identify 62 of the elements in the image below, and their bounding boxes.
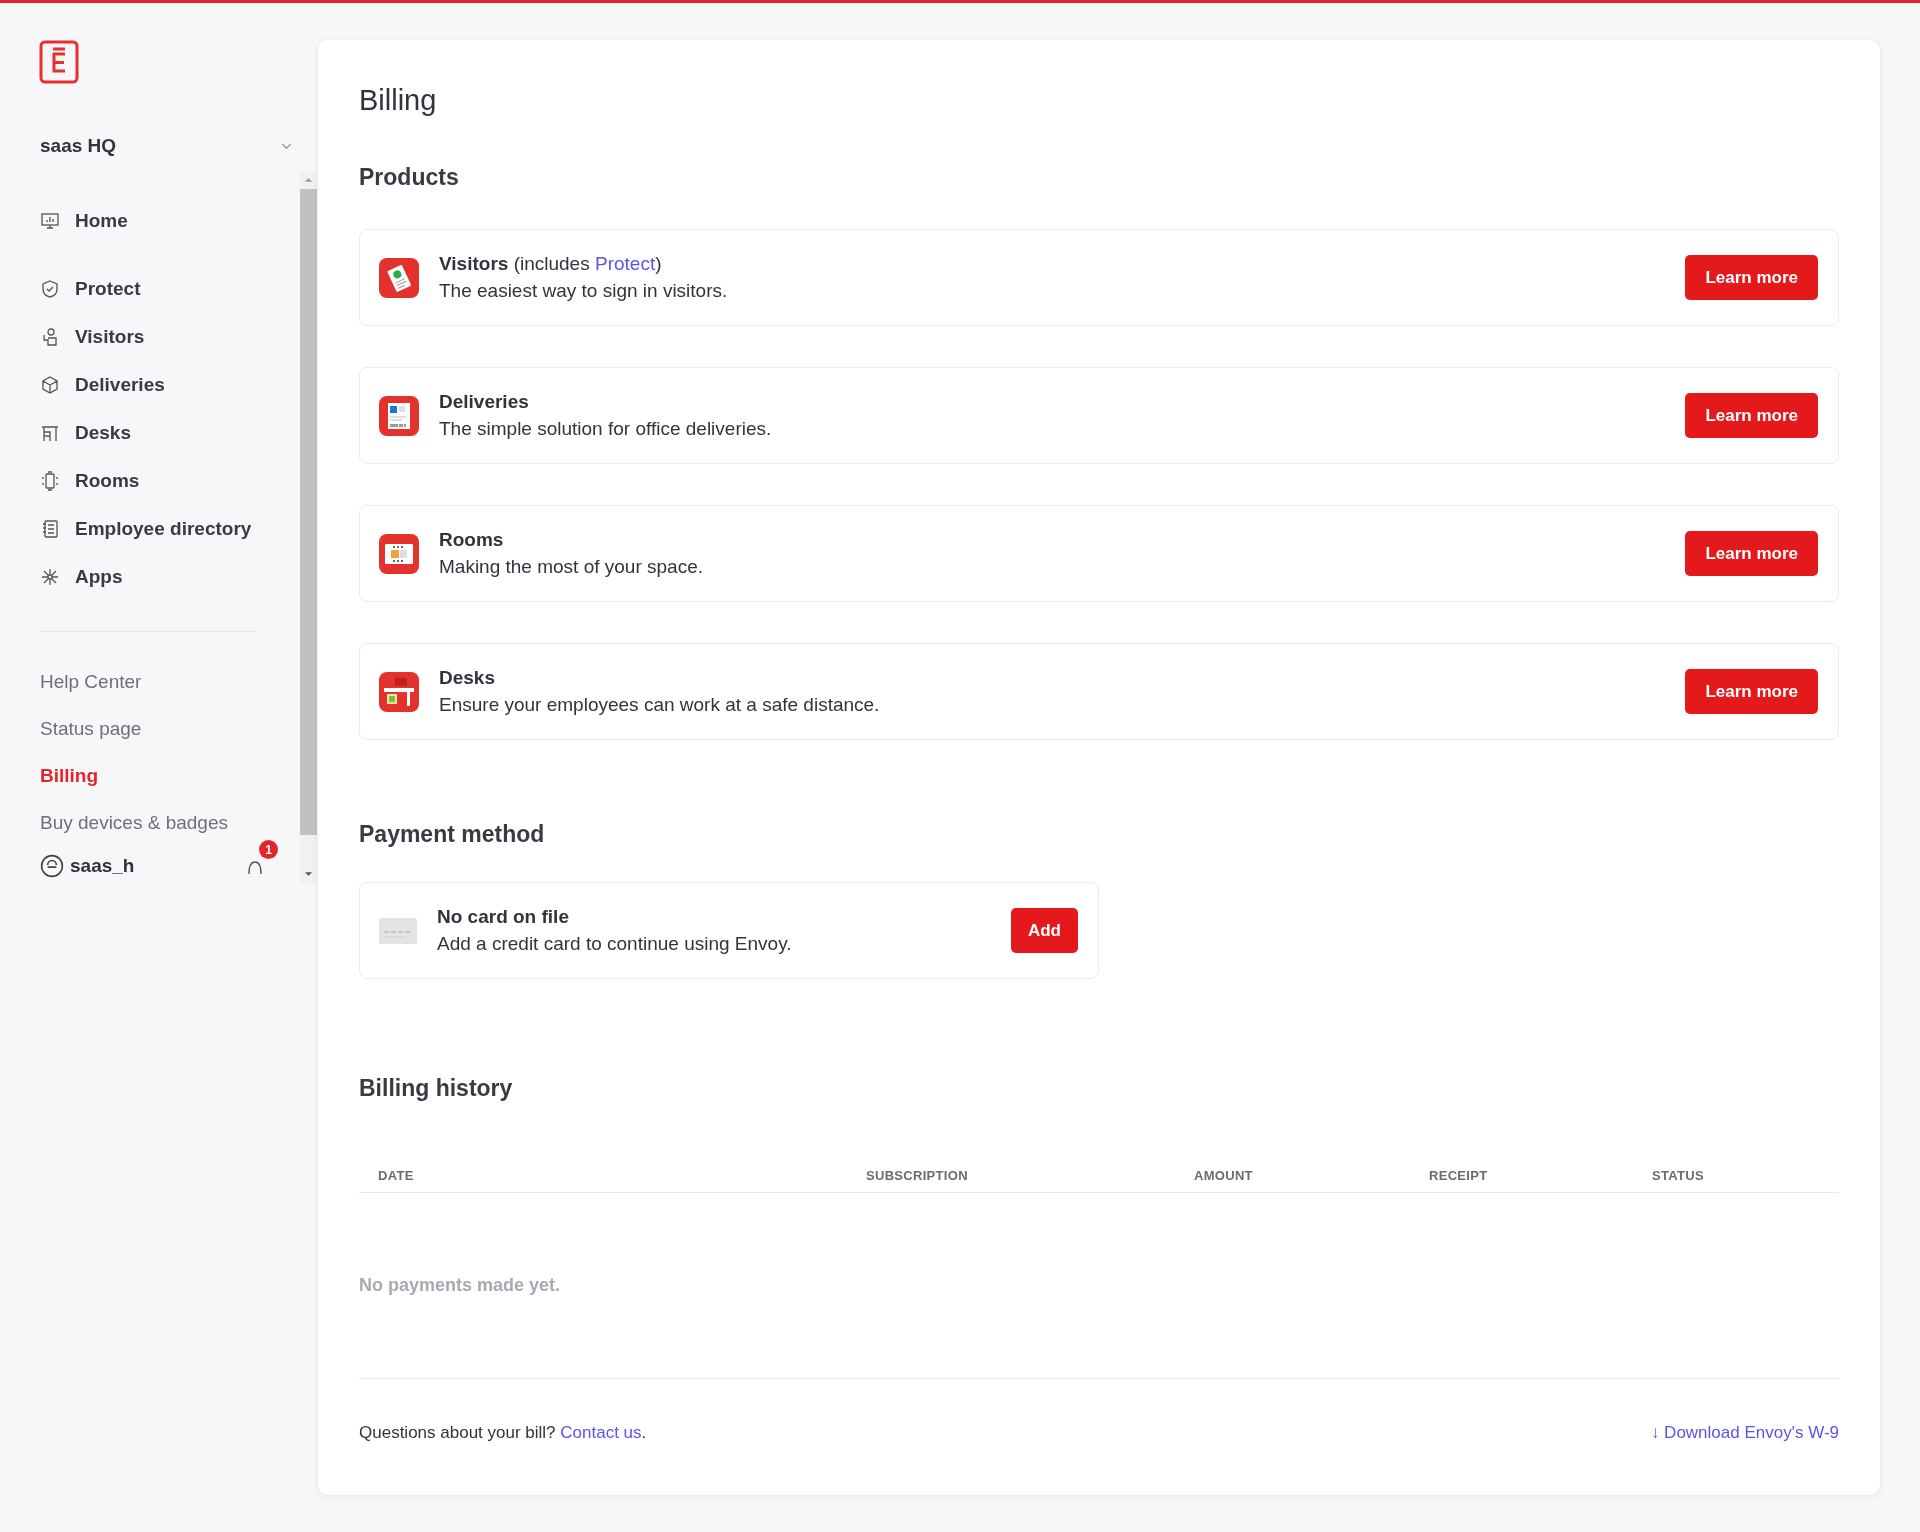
room-display-icon: [379, 533, 419, 574]
sidebar-link[interactable]: Billing: [40, 752, 99, 799]
nav-item[interactable]: Rooms: [40, 457, 300, 505]
scroll-up-icon[interactable]: [304, 177, 313, 183]
column-header: AMOUNT: [1194, 1168, 1253, 1183]
learn-more-button[interactable]: Learn more: [1685, 669, 1818, 714]
empty-message: No payments made yet.: [359, 1275, 561, 1296]
billing-question: Questions about your bill? Contact us.: [359, 1423, 647, 1443]
chevron-down-icon: [281, 142, 292, 150]
learn-more-button[interactable]: Learn more: [1685, 393, 1818, 438]
add-card-button[interactable]: Add: [1010, 908, 1078, 953]
product-description: The easiest way to sign in visitors.: [439, 280, 728, 302]
address-book-icon: [40, 519, 60, 539]
room-icon: [40, 471, 60, 491]
product-name: Rooms: [439, 529, 504, 551]
learn-more-button[interactable]: Learn more: [1685, 255, 1818, 300]
product-description: The simple solution for office deliveries.: [439, 418, 772, 440]
learn-more-button[interactable]: Learn more: [1685, 531, 1818, 576]
column-header: DATE: [378, 1168, 414, 1183]
sidebar-link[interactable]: Status page: [40, 705, 142, 752]
person-icon: [40, 327, 60, 347]
product-description: Making the most of your space.: [439, 556, 703, 578]
logo-icon[interactable]: [39, 40, 79, 84]
product-name: Visitors (includes Protect): [439, 253, 662, 275]
contact-link[interactable]: Contact us: [560, 1423, 642, 1442]
workspace-switcher[interactable]: saas HQ: [40, 135, 292, 157]
download-link[interactable]: ↓ Download Envoy's W-9: [1650, 1423, 1839, 1443]
section-heading: Payment method: [359, 823, 545, 846]
section-heading: Billing history: [359, 1077, 513, 1100]
section-heading: Products: [359, 166, 459, 189]
nav-item[interactable]: Apps: [40, 553, 300, 601]
nav-item[interactable]: Deliveries: [40, 361, 300, 409]
nav-item[interactable]: Desks: [40, 409, 300, 457]
desk-icon: [40, 423, 60, 443]
package-label-icon: [379, 395, 419, 436]
sidebar-link[interactable]: Help Center: [40, 658, 142, 705]
payment-description: Add a credit card to continue using Envoy.: [437, 933, 792, 955]
nav-item[interactable]: Visitors: [40, 313, 300, 361]
payment-status: No card on file: [437, 906, 569, 928]
column-header: STATUS: [1652, 1168, 1704, 1183]
shield-icon: [40, 279, 60, 299]
monitor-icon: [40, 211, 60, 231]
nav-item[interactable]: Employee directory: [40, 505, 300, 553]
product-name: Deliveries: [439, 391, 529, 413]
column-header: SUBSCRIPTION: [866, 1168, 968, 1183]
box-icon: [40, 375, 60, 395]
column-header: RECEIPT: [1429, 1168, 1488, 1183]
user-avatar-icon[interactable]: [40, 854, 64, 878]
user-name: saas_h: [70, 855, 135, 877]
nav-item[interactable]: Protect: [40, 265, 300, 313]
credit-card-icon: [379, 917, 417, 944]
product-name: Desks: [439, 667, 495, 689]
protect-link[interactable]: Protect: [594, 253, 656, 274]
nav-item[interactable]: Home: [40, 197, 300, 245]
scroll-down-icon[interactable]: [304, 871, 313, 877]
page-title: Billing: [359, 86, 437, 115]
badge-icon: [379, 257, 419, 298]
desk-icon: [379, 671, 419, 712]
sparkle-icon: [40, 567, 60, 587]
product-description: Ensure your employees can work at a safe distance.: [439, 694, 880, 716]
notification-badge: 1: [259, 840, 278, 859]
sidebar-link[interactable]: Buy devices & badges: [40, 799, 228, 846]
